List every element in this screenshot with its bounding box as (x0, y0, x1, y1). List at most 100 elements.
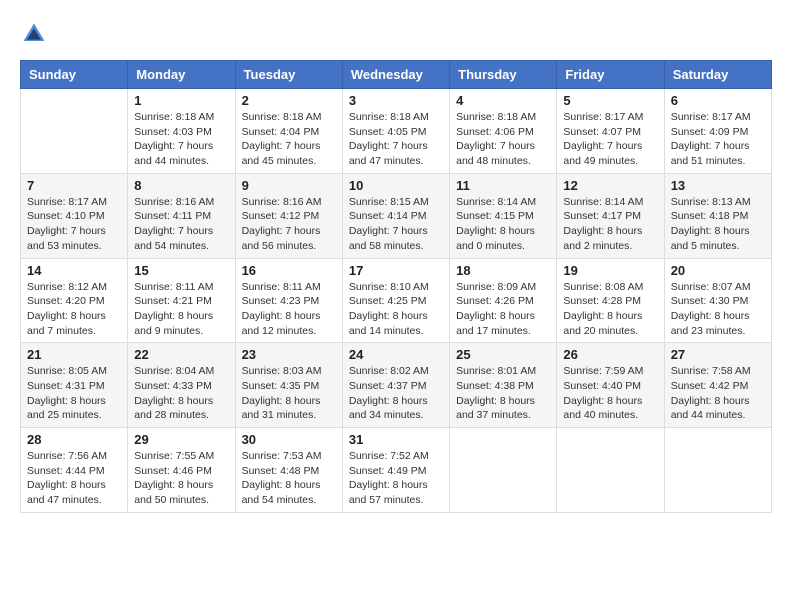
calendar-cell: 22 Sunrise: 8:04 AMSunset: 4:33 PMDayligh… (128, 343, 235, 428)
calendar-cell: 14 Sunrise: 8:12 AMSunset: 4:20 PMDayligh… (21, 258, 128, 343)
day-number: 23 (242, 347, 336, 362)
calendar-cell: 30 Sunrise: 7:53 AMSunset: 4:48 PMDayligh… (235, 428, 342, 513)
day-info: Sunrise: 8:17 AMSunset: 4:09 PMDaylight:… (671, 110, 765, 169)
calendar-cell: 23 Sunrise: 8:03 AMSunset: 4:35 PMDayligh… (235, 343, 342, 428)
day-number: 6 (671, 93, 765, 108)
calendar-cell: 3 Sunrise: 8:18 AMSunset: 4:05 PMDaylight… (342, 89, 449, 174)
day-info: Sunrise: 8:01 AMSunset: 4:38 PMDaylight:… (456, 364, 550, 423)
day-info: Sunrise: 8:11 AMSunset: 4:21 PMDaylight:… (134, 280, 228, 339)
logo-icon (20, 20, 48, 48)
calendar-cell (450, 428, 557, 513)
day-info: Sunrise: 8:12 AMSunset: 4:20 PMDaylight:… (27, 280, 121, 339)
day-info: Sunrise: 7:59 AMSunset: 4:40 PMDaylight:… (563, 364, 657, 423)
day-number: 4 (456, 93, 550, 108)
day-number: 2 (242, 93, 336, 108)
day-info: Sunrise: 8:03 AMSunset: 4:35 PMDaylight:… (242, 364, 336, 423)
day-info: Sunrise: 8:02 AMSunset: 4:37 PMDaylight:… (349, 364, 443, 423)
day-info: Sunrise: 8:10 AMSunset: 4:25 PMDaylight:… (349, 280, 443, 339)
calendar-header-row: SundayMondayTuesdayWednesdayThursdayFrid… (21, 61, 772, 89)
day-number: 9 (242, 178, 336, 193)
calendar-cell: 5 Sunrise: 8:17 AMSunset: 4:07 PMDaylight… (557, 89, 664, 174)
calendar-cell: 18Sunrise: 8:09 AMSunset: 4:26 PMDayligh… (450, 258, 557, 343)
calendar-cell: 24 Sunrise: 8:02 AMSunset: 4:37 PMDayligh… (342, 343, 449, 428)
calendar-cell: 9 Sunrise: 8:16 AMSunset: 4:12 PMDaylight… (235, 173, 342, 258)
day-number: 20 (671, 263, 765, 278)
day-of-week-header: Wednesday (342, 61, 449, 89)
day-of-week-header: Tuesday (235, 61, 342, 89)
day-info: Sunrise: 7:53 AMSunset: 4:48 PMDaylight:… (242, 449, 336, 508)
calendar-cell: 10Sunrise: 8:15 AMSunset: 4:14 PMDayligh… (342, 173, 449, 258)
calendar-cell: 21Sunrise: 8:05 AMSunset: 4:31 PMDayligh… (21, 343, 128, 428)
calendar-cell (21, 89, 128, 174)
day-info: Sunrise: 7:52 AMSunset: 4:49 PMDaylight:… (349, 449, 443, 508)
day-number: 29 (134, 432, 228, 447)
day-info: Sunrise: 8:18 AMSunset: 4:04 PMDaylight:… (242, 110, 336, 169)
day-number: 28 (27, 432, 121, 447)
calendar-cell: 19 Sunrise: 8:08 AMSunset: 4:28 PMDayligh… (557, 258, 664, 343)
day-info: Sunrise: 8:11 AMSunset: 4:23 PMDaylight:… (242, 280, 336, 339)
calendar-week-row: 21Sunrise: 8:05 AMSunset: 4:31 PMDayligh… (21, 343, 772, 428)
calendar-cell: 27 Sunrise: 7:58 AMSunset: 4:42 PMDayligh… (664, 343, 771, 428)
day-number: 11 (456, 178, 550, 193)
day-number: 7 (27, 178, 121, 193)
calendar-cell: 31 Sunrise: 7:52 AMSunset: 4:49 PMDayligh… (342, 428, 449, 513)
day-number: 3 (349, 93, 443, 108)
day-number: 21 (27, 347, 121, 362)
day-info: Sunrise: 7:58 AMSunset: 4:42 PMDaylight:… (671, 364, 765, 423)
day-info: Sunrise: 8:15 AMSunset: 4:14 PMDaylight:… (349, 195, 443, 254)
day-number: 26 (563, 347, 657, 362)
calendar-cell: 7 Sunrise: 8:17 AMSunset: 4:10 PMDaylight… (21, 173, 128, 258)
day-of-week-header: Monday (128, 61, 235, 89)
day-number: 27 (671, 347, 765, 362)
page-header (20, 20, 772, 48)
day-info: Sunrise: 8:13 AMSunset: 4:18 PMDaylight:… (671, 195, 765, 254)
logo (20, 20, 52, 48)
day-number: 24 (349, 347, 443, 362)
calendar-cell: 25Sunrise: 8:01 AMSunset: 4:38 PMDayligh… (450, 343, 557, 428)
day-info: Sunrise: 8:17 AMSunset: 4:10 PMDaylight:… (27, 195, 121, 254)
day-number: 19 (563, 263, 657, 278)
day-number: 30 (242, 432, 336, 447)
day-of-week-header: Saturday (664, 61, 771, 89)
day-number: 12 (563, 178, 657, 193)
day-number: 13 (671, 178, 765, 193)
day-number: 17 (349, 263, 443, 278)
calendar-cell: 26 Sunrise: 7:59 AMSunset: 4:40 PMDayligh… (557, 343, 664, 428)
calendar-cell: 1 Sunrise: 8:18 AMSunset: 4:03 PMDaylight… (128, 89, 235, 174)
calendar-cell: 12Sunrise: 8:14 AMSunset: 4:17 PMDayligh… (557, 173, 664, 258)
day-info: Sunrise: 7:55 AMSunset: 4:46 PMDaylight:… (134, 449, 228, 508)
calendar-table: SundayMondayTuesdayWednesdayThursdayFrid… (20, 60, 772, 513)
day-info: Sunrise: 7:56 AMSunset: 4:44 PMDaylight:… (27, 449, 121, 508)
day-number: 5 (563, 93, 657, 108)
day-number: 14 (27, 263, 121, 278)
calendar-cell: 6 Sunrise: 8:17 AMSunset: 4:09 PMDaylight… (664, 89, 771, 174)
day-number: 16 (242, 263, 336, 278)
calendar-cell: 2 Sunrise: 8:18 AMSunset: 4:04 PMDaylight… (235, 89, 342, 174)
day-info: Sunrise: 8:14 AMSunset: 4:15 PMDaylight:… (456, 195, 550, 254)
calendar-cell: 16 Sunrise: 8:11 AMSunset: 4:23 PMDayligh… (235, 258, 342, 343)
calendar-cell (664, 428, 771, 513)
day-info: Sunrise: 8:08 AMSunset: 4:28 PMDaylight:… (563, 280, 657, 339)
day-number: 22 (134, 347, 228, 362)
calendar-week-row: 7 Sunrise: 8:17 AMSunset: 4:10 PMDaylight… (21, 173, 772, 258)
day-number: 1 (134, 93, 228, 108)
calendar-cell: 15Sunrise: 8:11 AMSunset: 4:21 PMDayligh… (128, 258, 235, 343)
day-info: Sunrise: 8:18 AMSunset: 4:03 PMDaylight:… (134, 110, 228, 169)
day-of-week-header: Friday (557, 61, 664, 89)
day-info: Sunrise: 8:07 AMSunset: 4:30 PMDaylight:… (671, 280, 765, 339)
calendar-cell: 17 Sunrise: 8:10 AMSunset: 4:25 PMDayligh… (342, 258, 449, 343)
day-info: Sunrise: 8:18 AMSunset: 4:05 PMDaylight:… (349, 110, 443, 169)
day-number: 31 (349, 432, 443, 447)
calendar-cell: 13 Sunrise: 8:13 AMSunset: 4:18 PMDayligh… (664, 173, 771, 258)
day-number: 18 (456, 263, 550, 278)
day-info: Sunrise: 8:17 AMSunset: 4:07 PMDaylight:… (563, 110, 657, 169)
calendar-cell: 28 Sunrise: 7:56 AMSunset: 4:44 PMDayligh… (21, 428, 128, 513)
day-of-week-header: Sunday (21, 61, 128, 89)
day-info: Sunrise: 8:16 AMSunset: 4:12 PMDaylight:… (242, 195, 336, 254)
day-info: Sunrise: 8:18 AMSunset: 4:06 PMDaylight:… (456, 110, 550, 169)
day-of-week-header: Thursday (450, 61, 557, 89)
calendar-cell: 4 Sunrise: 8:18 AMSunset: 4:06 PMDaylight… (450, 89, 557, 174)
day-info: Sunrise: 8:16 AMSunset: 4:11 PMDaylight:… (134, 195, 228, 254)
calendar-week-row: 14 Sunrise: 8:12 AMSunset: 4:20 PMDayligh… (21, 258, 772, 343)
day-info: Sunrise: 8:04 AMSunset: 4:33 PMDaylight:… (134, 364, 228, 423)
